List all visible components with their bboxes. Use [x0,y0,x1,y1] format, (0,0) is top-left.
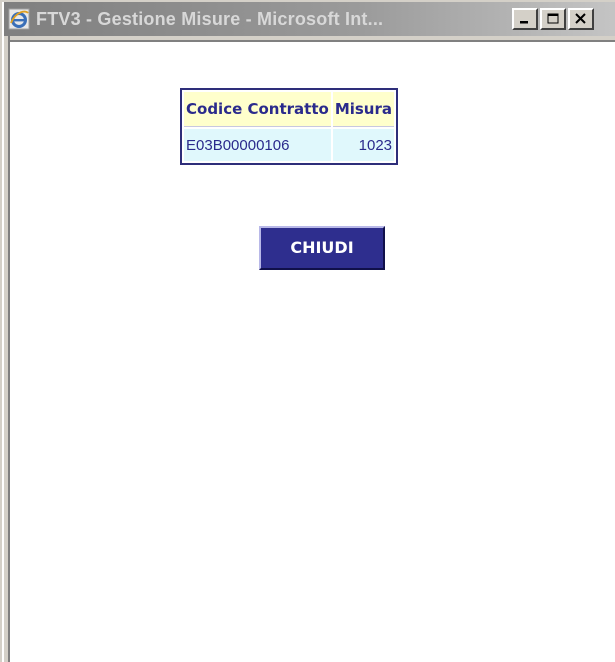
measures-table: Codice Contratto Misura E03B00000106 102… [180,88,399,165]
cell-contract-code: E03B00000106 [184,129,331,161]
column-header-contract-code: Codice Contratto [184,92,331,127]
browser-window: FTV3 - Gestione Misure - Microsoft Int..… [0,0,615,662]
title-bar[interactable]: FTV3 - Gestione Misure - Microsoft Int..… [4,2,615,36]
close-button[interactable]: CHIUDI [259,226,385,270]
window-controls [512,8,594,30]
maximize-button[interactable] [540,8,566,30]
page-content: Codice Contratto Misura E03B00000106 102… [12,42,615,662]
close-icon [575,13,586,24]
window-title: FTV3 - Gestione Misure - Microsoft Int..… [36,8,384,29]
cell-measure: 1023 [332,129,395,161]
minimize-icon [520,21,528,24]
table-header-row: Codice Contratto Misura [184,92,395,127]
minimize-button[interactable] [512,8,538,30]
maximize-icon [547,13,559,24]
close-window-button[interactable] [568,8,594,30]
table-row: E03B00000106 1023 [184,129,395,161]
column-header-measure: Misura [332,92,395,127]
internet-explorer-icon [8,8,30,30]
window-frame-left [4,36,10,662]
